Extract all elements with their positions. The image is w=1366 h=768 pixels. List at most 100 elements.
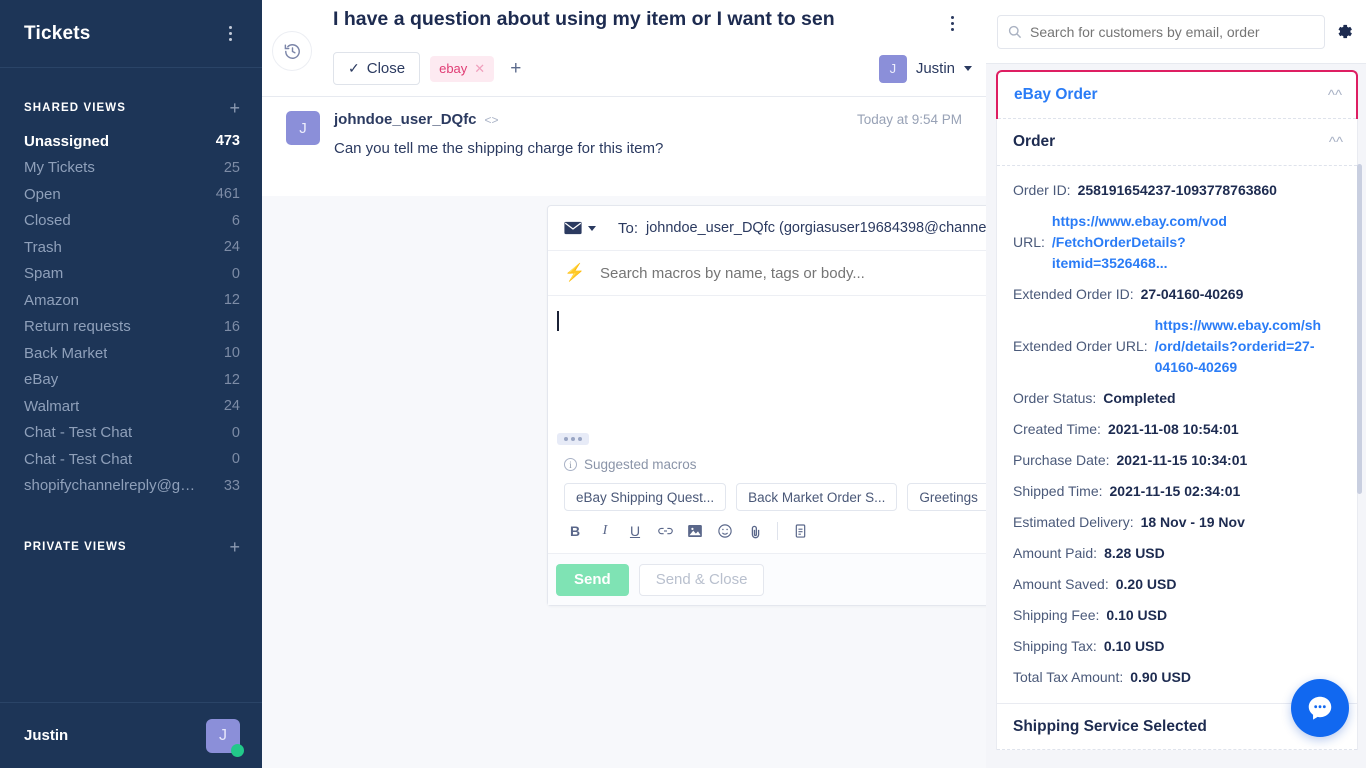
order-field-value: 0.10 USD bbox=[1103, 638, 1165, 654]
order-field-row: Shipped Time: 2021-11-15 02:34:01 bbox=[997, 476, 1357, 507]
check-icon: ✓ bbox=[348, 60, 360, 76]
sidebar-item-label: Chat - Test Chat bbox=[24, 424, 133, 442]
order-field-key: Estimated Delivery: bbox=[1013, 514, 1134, 530]
order-field-row: Purchase Date: 2021-11-15 10:34:01 bbox=[997, 445, 1357, 476]
text-cursor bbox=[557, 311, 559, 331]
sidebar-item-shopifychannelreply-gm[interactable]: shopifychannelreply@gm... 33 bbox=[0, 473, 262, 500]
sidebar-item-count: 12 bbox=[223, 292, 240, 309]
email-icon bbox=[564, 221, 582, 235]
sidebar-item-open[interactable]: Open 461 bbox=[0, 181, 262, 208]
sidebar-item-label: Amazon bbox=[24, 291, 80, 309]
macro-chip[interactable]: Greetings bbox=[907, 483, 990, 511]
sidebar-item-label: Unassigned bbox=[24, 132, 110, 150]
code-view-icon[interactable]: <> bbox=[485, 113, 499, 127]
search-input[interactable] bbox=[1030, 23, 1314, 40]
conversation: J johndoe_user_DQfc <> Today at 9:54 PM … bbox=[262, 97, 986, 196]
italic-icon[interactable]: I bbox=[590, 517, 620, 545]
shared-views-header: SHARED VIEWS + bbox=[0, 94, 262, 122]
search-field-wrap[interactable] bbox=[997, 14, 1325, 49]
add-shared-view-icon[interactable]: + bbox=[229, 99, 240, 117]
assignee-selector[interactable]: J Justin bbox=[878, 54, 972, 83]
link-icon[interactable] bbox=[650, 517, 680, 545]
ebay-order-title: eBay Order bbox=[1014, 86, 1098, 103]
sidebar-item-label: Return requests bbox=[24, 318, 131, 336]
sidebar-item-count: 24 bbox=[223, 398, 240, 415]
sidebar-item-count: 0 bbox=[231, 265, 240, 282]
add-tag-button[interactable]: + bbox=[504, 58, 527, 80]
add-private-view-icon[interactable]: + bbox=[229, 538, 240, 556]
ticket-more-icon[interactable] bbox=[942, 12, 962, 34]
order-field-value: 0.90 USD bbox=[1130, 669, 1191, 685]
image-icon[interactable] bbox=[680, 517, 710, 545]
attachment-icon[interactable] bbox=[740, 517, 770, 545]
signature-icon[interactable] bbox=[785, 517, 815, 545]
order-field-value: 0.20 USD bbox=[1115, 576, 1177, 592]
sidebar-item-label: Trash bbox=[24, 238, 62, 256]
history-icon[interactable] bbox=[272, 31, 312, 71]
sidebar-item-label: Chat - Test Chat bbox=[24, 450, 133, 468]
order-field-row: Order Status: Completed bbox=[997, 383, 1357, 414]
ticket-header: I have a question about using my item or… bbox=[262, 0, 986, 97]
sidebar-footer[interactable]: Justin J bbox=[0, 702, 262, 768]
message-text: Can you tell me the shipping charge for … bbox=[334, 140, 664, 157]
sidebar-item-count: 473 bbox=[215, 133, 240, 150]
sidebar-item-chat-test-chat[interactable]: Chat - Test Chat 0 bbox=[0, 446, 262, 473]
sidebar-item-unassigned[interactable]: Unassigned 473 bbox=[0, 128, 262, 155]
toolbar-divider bbox=[777, 522, 778, 540]
underline-icon[interactable]: U bbox=[620, 517, 650, 545]
chat-widget-button[interactable] bbox=[1291, 679, 1349, 737]
panel-scrollbar[interactable] bbox=[1357, 164, 1362, 494]
macro-bolt-icon: ⚡ bbox=[564, 263, 586, 282]
customer-search-bar bbox=[986, 0, 1366, 64]
sidebar-item-count: 16 bbox=[223, 318, 240, 335]
order-field-key: Shipping Tax: bbox=[1013, 638, 1097, 654]
sidebar-item-return-requests[interactable]: Return requests 16 bbox=[0, 314, 262, 341]
order-field-row: Shipping Fee: 0.10 USD bbox=[997, 600, 1357, 631]
remove-tag-icon[interactable]: ✕ bbox=[474, 61, 485, 77]
sidebar-item-trash[interactable]: Trash 24 bbox=[0, 234, 262, 261]
status-badge[interactable]: ebay ✕ bbox=[430, 55, 495, 82]
tag-label: ebay bbox=[439, 61, 468, 76]
ebay-order-section-header[interactable]: eBay Order ^^ bbox=[998, 72, 1356, 119]
order-field-key: Order Status: bbox=[1013, 390, 1097, 406]
order-field-link[interactable]: https://www.ebay.com/sh/ord/details?orde… bbox=[1155, 315, 1323, 378]
sidebar-more-icon[interactable] bbox=[220, 23, 240, 45]
order-field-link[interactable]: https://www.ebay.com/vod/FetchOrderDetai… bbox=[1052, 211, 1230, 274]
macro-chip[interactable]: eBay Shipping Quest... bbox=[564, 483, 727, 511]
sidebar-item-count: 0 bbox=[231, 424, 240, 441]
bold-icon[interactable]: B bbox=[560, 517, 590, 545]
sidebar-item-ebay[interactable]: eBay 12 bbox=[0, 367, 262, 394]
order-field-key: Created Time: bbox=[1013, 421, 1101, 437]
sidebar-item-chat-test-chat[interactable]: Chat - Test Chat 0 bbox=[0, 420, 262, 447]
macro-chip[interactable]: Back Market Order S... bbox=[736, 483, 898, 511]
send-button[interactable]: Send bbox=[556, 563, 629, 596]
ticket-pane: I have a question about using my item or… bbox=[262, 0, 1220, 768]
order-field-row: Created Time: 2021-11-08 10:54:01 bbox=[997, 414, 1357, 445]
order-field-value: 8.28 USD bbox=[1104, 545, 1165, 561]
order-field-key: Shipped Time: bbox=[1013, 483, 1103, 499]
chevron-up-icon[interactable]: ^^ bbox=[1329, 135, 1343, 150]
presence-online-icon bbox=[231, 743, 244, 757]
channel-selector[interactable] bbox=[564, 221, 606, 235]
sidebar-item-spam[interactable]: Spam 0 bbox=[0, 261, 262, 288]
sidebar-item-count: 33 bbox=[223, 477, 240, 494]
sidebar-item-my-tickets[interactable]: My Tickets 25 bbox=[0, 155, 262, 182]
sidebar-item-back-market[interactable]: Back Market 10 bbox=[0, 340, 262, 367]
send-and-close-button[interactable]: Send & Close bbox=[638, 563, 765, 596]
sidebar-item-count: 0 bbox=[231, 451, 240, 468]
sidebar-item-amazon[interactable]: Amazon 12 bbox=[0, 287, 262, 314]
gear-icon[interactable] bbox=[1335, 22, 1354, 41]
sidebar-item-closed[interactable]: Closed 6 bbox=[0, 208, 262, 235]
avatar[interactable]: J bbox=[206, 718, 244, 757]
sidebar-item-label: Walmart bbox=[24, 397, 80, 415]
chevron-up-icon[interactable]: ^^ bbox=[1328, 88, 1342, 103]
order-field-value: 2021-11-08 10:54:01 bbox=[1107, 421, 1239, 437]
customer-sidebar: eBay Order ^^ Order ^^ Order ID: 25819165… bbox=[986, 0, 1366, 768]
order-section-header[interactable]: Order ^^ bbox=[997, 119, 1357, 166]
close-button[interactable]: ✓ Close bbox=[333, 52, 421, 85]
sidebar-item-walmart[interactable]: Walmart 24 bbox=[0, 393, 262, 420]
message-author: johndoe_user_DQfc bbox=[334, 111, 477, 128]
emoji-icon[interactable] bbox=[710, 517, 740, 545]
sidebar-item-label: shopifychannelreply@gm... bbox=[24, 477, 199, 495]
sidebar: Tickets SHARED VIEWS + Unassigned 473 My T… bbox=[0, 0, 262, 768]
